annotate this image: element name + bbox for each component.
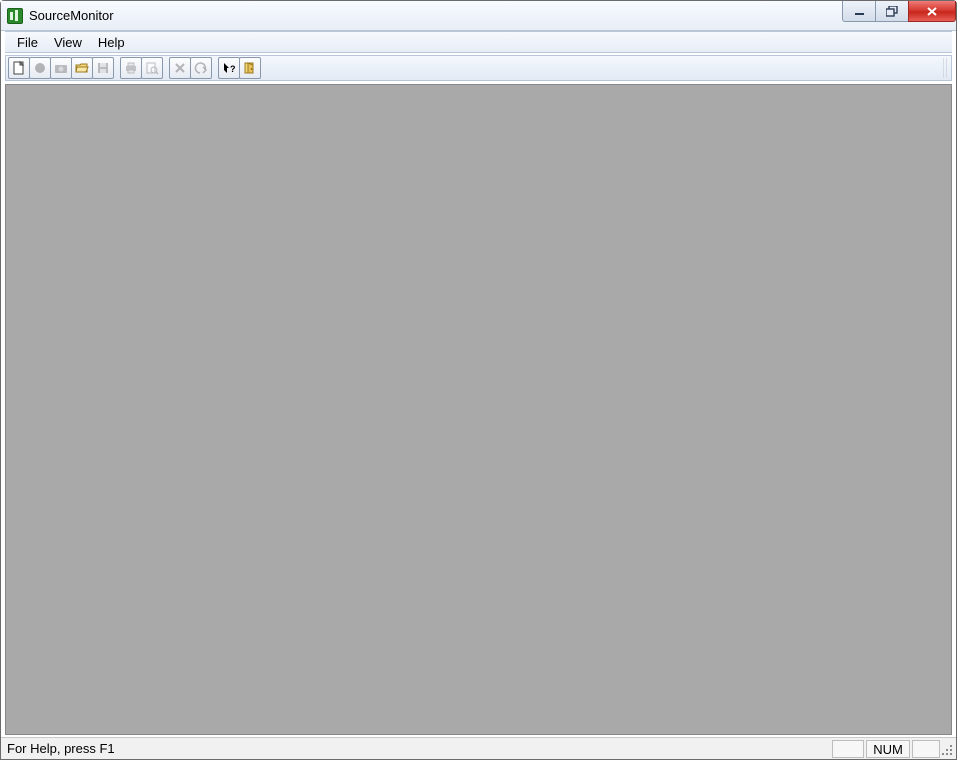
statusbar: For Help, press F1 NUM [1, 737, 956, 759]
print-icon [124, 61, 138, 75]
context-help-icon: ? [222, 61, 236, 75]
delete-button[interactable] [169, 57, 191, 79]
status-help-text: For Help, press F1 [7, 741, 115, 756]
toolbar-grip[interactable] [943, 58, 949, 78]
menu-view[interactable]: View [46, 33, 90, 52]
status-pane-scrl [912, 740, 940, 758]
close-button[interactable] [908, 1, 956, 22]
menu-file[interactable]: File [9, 33, 46, 52]
print-preview-button[interactable] [141, 57, 163, 79]
open-button[interactable] [71, 57, 93, 79]
window-title: SourceMonitor [29, 8, 114, 23]
window-controls [843, 1, 956, 22]
context-help-button[interactable]: ? [218, 57, 240, 79]
svg-text:?: ? [230, 64, 236, 74]
record-button[interactable] [29, 57, 51, 79]
maximize-restore-icon [886, 6, 898, 17]
resize-grip[interactable] [940, 743, 954, 757]
maximize-button[interactable] [875, 1, 909, 22]
status-pane-num: NUM [866, 740, 910, 758]
undo-icon [194, 61, 208, 75]
status-num-label: NUM [873, 742, 903, 757]
open-folder-icon [75, 61, 89, 75]
exit-button[interactable] [239, 57, 261, 79]
save-button[interactable] [92, 57, 114, 79]
minimize-button[interactable] [842, 1, 876, 22]
app-window: SourceMonitor File View Help [0, 0, 957, 760]
toolbar: ? [5, 55, 952, 81]
status-pane-caps [832, 740, 864, 758]
mdi-workspace [5, 84, 952, 735]
record-icon [33, 61, 47, 75]
minimize-icon [854, 6, 865, 17]
new-button[interactable] [8, 57, 30, 79]
new-file-icon [12, 61, 26, 75]
delete-icon [173, 61, 187, 75]
snapshot-icon [54, 61, 68, 75]
app-icon [7, 8, 23, 24]
snapshot-button[interactable] [50, 57, 72, 79]
print-preview-icon [145, 61, 159, 75]
resize-grip-icon [940, 743, 954, 757]
menubar: File View Help [5, 31, 952, 53]
close-icon [926, 6, 938, 17]
save-icon [96, 61, 110, 75]
menu-help[interactable]: Help [90, 33, 133, 52]
exit-door-icon [243, 61, 257, 75]
titlebar[interactable]: SourceMonitor [1, 1, 956, 31]
undo-button[interactable] [190, 57, 212, 79]
print-button[interactable] [120, 57, 142, 79]
